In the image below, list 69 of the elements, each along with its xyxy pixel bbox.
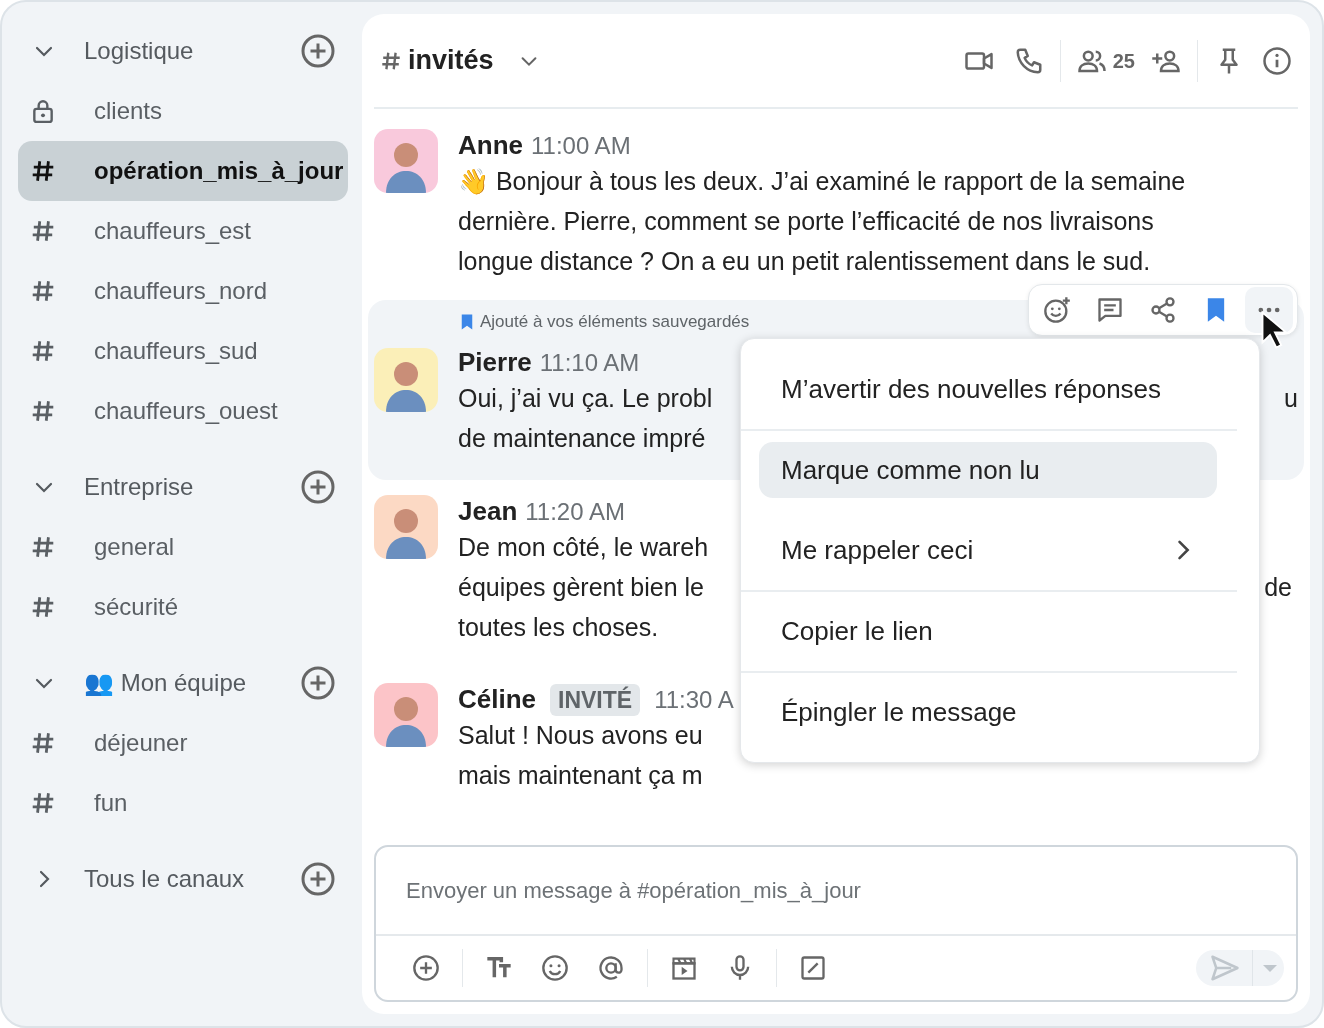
hash-icon (30, 594, 56, 620)
message-text: de (1264, 572, 1292, 603)
channel-item[interactable]: chauffeurs_nord (18, 261, 348, 321)
add-icon[interactable] (300, 665, 336, 701)
timestamp: 11:00 AM (531, 131, 631, 161)
timestamp: 11:10 AM (539, 348, 640, 378)
message-text: u (1284, 383, 1298, 414)
menu-item[interactable]: Épingler le message (759, 684, 1217, 740)
channel-item[interactable]: déjeuner (18, 713, 348, 773)
channel-item[interactable]: general (18, 517, 348, 577)
message-text: 👋 Bonjour à tous les deux. J’ai examiné le rapport de la semaine (458, 166, 1186, 197)
comment-icon[interactable] (1096, 296, 1125, 324)
add-icon[interactable] (300, 469, 336, 505)
hash-icon (30, 218, 56, 244)
channel-item[interactable]: chauffeurs_sud (18, 321, 348, 381)
author-name[interactable]: Céline (458, 683, 537, 715)
timestamp: 11:20 AM (525, 497, 625, 527)
channel-item[interactable]: clients (18, 81, 348, 141)
hash-icon (30, 730, 56, 756)
add-icon[interactable] (300, 33, 336, 69)
menu-item[interactable]: Marque comme non lu (759, 442, 1217, 498)
message-text: toutes les choses. (458, 612, 659, 643)
message-composer[interactable]: Envoyer un message à #opération_mis_à_jour (374, 845, 1298, 1002)
slash-command-icon[interactable] (799, 954, 827, 982)
message-text: équipes gèrent bien le (458, 572, 705, 603)
add-emoji-icon[interactable] (1043, 296, 1072, 324)
hash-icon (30, 398, 56, 424)
info-icon[interactable] (1262, 45, 1292, 76)
message-text: dernière. Pierre, comment se porte l’efficacité de nos livraisons (458, 206, 1154, 237)
smiley-icon[interactable] (541, 954, 569, 982)
message-text: Oui, j’ai vu ça. Le probl (458, 383, 713, 414)
channel-item[interactable]: sécurité (18, 577, 348, 637)
author-name[interactable]: Jean (458, 495, 518, 527)
share-icon[interactable] (1149, 296, 1177, 324)
section-title: 👥 Mon équipe (84, 668, 247, 698)
lock-icon (30, 98, 56, 124)
at-sign-icon[interactable] (597, 954, 625, 982)
channel-item[interactable]: chauffeurs_est (18, 201, 348, 261)
add-icon[interactable] (412, 954, 440, 982)
channel-item[interactable]: chauffeurs_ouest (18, 381, 348, 441)
members-button[interactable]: 25 (1076, 45, 1135, 76)
timestamp: 11:30 A (654, 685, 734, 715)
message-text: longue distance ? On a eu un petit ralentissement dans le sud. (458, 246, 1151, 277)
guest-tag: INVITÉ (550, 684, 641, 716)
channel-item[interactable]: opération_mis_à_jour (18, 141, 348, 201)
message-input[interactable]: Envoyer un message à #opération_mis_à_jour (376, 847, 1296, 936)
message-text: Salut ! Nous avons eu (458, 720, 703, 751)
hash-icon (30, 534, 56, 560)
menu-item[interactable]: M’avertir des nouvelles réponses (759, 361, 1217, 417)
menu-item[interactable]: Copier le lien (759, 603, 1217, 659)
menu-item[interactable]: Me rappeler ceci (759, 522, 1217, 578)
message-text: De mon côté, le wareh (458, 532, 709, 563)
saved-label: Ajouté à vos éléments sauvegardés (480, 311, 750, 333)
section-title: Entreprise (84, 472, 194, 502)
author-name[interactable]: Anne (458, 129, 523, 161)
channel-item[interactable]: fun (18, 773, 348, 833)
hash-icon (30, 158, 56, 184)
section-title: Tous le canaux (84, 864, 245, 894)
caret-icon (1263, 964, 1277, 972)
hash-icon (30, 338, 56, 364)
hash-icon (30, 278, 56, 304)
message-text: mais maintenant ça m (458, 760, 703, 791)
author-name[interactable]: Pierre (458, 346, 532, 378)
send-icon (1210, 953, 1240, 983)
section-title: Logistique (84, 36, 194, 66)
message-text: de maintenance impré (458, 423, 706, 454)
add-icon[interactable] (300, 861, 336, 897)
channel-title: invités (408, 44, 494, 78)
hash-icon (30, 790, 56, 816)
